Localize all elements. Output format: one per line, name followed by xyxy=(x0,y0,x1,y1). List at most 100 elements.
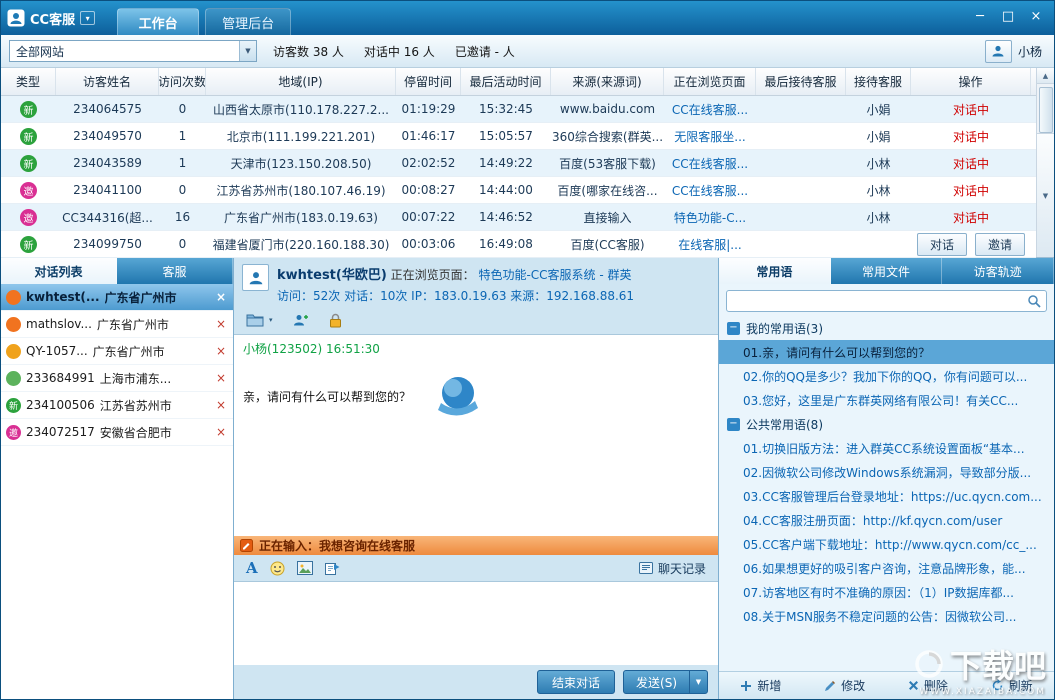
nav-tab[interactable]: 工作台 xyxy=(117,8,200,35)
add-contact-icon[interactable] xyxy=(293,313,309,327)
close-conversation-button[interactable]: × xyxy=(214,371,228,385)
conversation-item[interactable]: mathslov... 广东省广州市 × xyxy=(1,311,233,338)
phrase-group-header[interactable]: − 我的常用语(3) xyxy=(719,316,1054,340)
phrase-item[interactable]: 07.访客地区有时不准确的原因：（1）IP数据库都... xyxy=(719,580,1054,604)
close-button[interactable]: × xyxy=(1022,5,1050,27)
current-user-button[interactable] xyxy=(984,39,1012,63)
app-menu-toggle[interactable]: ▾ xyxy=(80,11,96,25)
header-cell[interactable]: 最后活动时间 xyxy=(461,68,551,95)
right-tab[interactable]: 访客轨迹 xyxy=(942,258,1054,284)
table-row[interactable]: 邀 CC344316(超... 16 广东省广州市(183.0.19.63) 0… xyxy=(1,204,1036,231)
last-active-cell: 14:46:52 xyxy=(479,210,533,224)
close-conversation-button[interactable]: × xyxy=(214,344,228,358)
chat-button-bar: 结束对话 发送(S) ▼ xyxy=(234,665,718,699)
header-cell[interactable]: 停留时间 xyxy=(396,68,461,95)
collapse-icon[interactable]: − xyxy=(727,321,740,335)
end-chat-button[interactable]: 结束对话 xyxy=(537,670,616,694)
right-tab[interactable]: 常用语 xyxy=(719,258,831,284)
scroll-down-icon[interactable]: ▼ xyxy=(1037,133,1054,257)
emoticon-icon[interactable] xyxy=(270,561,285,576)
nav-tab[interactable]: 管理后台 xyxy=(205,8,292,35)
table-row[interactable]: 新 234043589 1 天津市(123.150.208.50) 02:02:… xyxy=(1,150,1036,177)
header-cell[interactable]: 访客姓名 xyxy=(56,68,159,95)
conversation-status-icon: 邀 xyxy=(6,424,21,440)
message-input[interactable] xyxy=(234,581,718,665)
conversation-item[interactable]: kwhtest(... 广东省广州市 × xyxy=(1,284,233,311)
phrase-item[interactable]: 02.你的QQ是多少？我加下你的QQ，你有问题可以... xyxy=(719,364,1054,388)
right-tab[interactable]: 常用文件 xyxy=(831,258,943,284)
chat-history-button[interactable]: 聊天记录 xyxy=(638,560,706,577)
chat-action-button[interactable]: 对话 xyxy=(916,232,967,256)
header-cell[interactable]: 接待客服 xyxy=(846,68,911,95)
table-row[interactable]: 新 234064575 0 山西省太原市(110.178.227.2... 01… xyxy=(1,96,1036,123)
send-dropdown-icon[interactable]: ▼ xyxy=(689,671,707,693)
phrase-item[interactable]: 03.您好，这里是广东群英网络有限公司！有关CC... xyxy=(719,388,1054,412)
table-row[interactable]: 新 234099750 0 福建省厦门市(220.160.188.30) 00:… xyxy=(1,231,1036,258)
close-conversation-button[interactable]: × xyxy=(214,290,228,304)
send-button-label[interactable]: 发送(S) xyxy=(624,671,689,693)
phrase-group-header[interactable]: − 公共常用语(8) xyxy=(719,412,1054,436)
visitor-name-cell: 234064575 xyxy=(73,102,142,116)
header-cell[interactable]: 地域(IP) xyxy=(206,68,396,95)
collapse-icon[interactable]: − xyxy=(727,417,740,431)
phrase-item[interactable]: 01.亲，请问有什么可以帮到您的？ xyxy=(719,340,1054,364)
phrase-item[interactable]: 03.CC客服管理后台登录地址：https://uc.qycn.com... xyxy=(719,484,1054,508)
site-filter-combobox[interactable]: 全部网站 ▼ xyxy=(9,40,257,62)
table-scrollbar[interactable]: ▲ ▼ xyxy=(1036,68,1054,257)
left-tab[interactable]: 客服 xyxy=(117,258,233,284)
add-icon xyxy=(741,680,752,691)
close-conversation-button[interactable]: × xyxy=(214,317,228,331)
header-cell[interactable]: 来源(来源词) xyxy=(551,68,664,95)
phrase-item[interactable]: 04.CC客服注册页面：http://kf.qycn.com/user xyxy=(719,508,1054,532)
header-cell[interactable]: 访问次数 xyxy=(159,68,206,95)
edit-phrase-button[interactable]: 修改 xyxy=(824,677,865,694)
combobox-arrow-icon[interactable]: ▼ xyxy=(239,41,256,61)
table-row[interactable]: 邀 234041100 0 江苏省苏州市(180.107.46.19) 00:0… xyxy=(1,177,1036,204)
source-cell: 百度(哪家在线咨... xyxy=(557,183,658,198)
browsing-page-link[interactable]: 特色功能-CC客服系统 - 群英 xyxy=(478,268,631,282)
header-cell[interactable]: 最后接待客服 xyxy=(756,68,846,95)
nav-tabs: 工作台 管理后台 xyxy=(117,8,292,35)
phrase-search-input[interactable] xyxy=(732,294,1027,308)
table-row[interactable]: 新 234049570 1 北京市(111.199.221.201) 01:46… xyxy=(1,123,1036,150)
phrase-item[interactable]: 01.切换旧版方法：进入群英CC系统设置面板“基本... xyxy=(719,436,1054,460)
region-cell: 山西省太原市(110.178.227.2... xyxy=(213,102,389,117)
minimize-button[interactable]: ─ xyxy=(966,5,994,27)
search-icon[interactable] xyxy=(1027,294,1041,308)
close-conversation-button[interactable]: × xyxy=(214,425,228,439)
close-conversation-button[interactable]: × xyxy=(214,398,228,412)
phrase-item[interactable]: 05.CC客户端下载地址：http://www.qycn.com/cc_... xyxy=(719,532,1054,556)
send-button[interactable]: 发送(S) ▼ xyxy=(623,670,708,694)
conversation-item[interactable]: 邀 234072517 安徽省合肥市 × xyxy=(1,419,233,446)
header-cell[interactable]: 正在浏览页面 xyxy=(664,68,756,95)
folder-dropdown-icon[interactable]: ▾ xyxy=(269,316,273,324)
header-cell[interactable]: 操作 xyxy=(911,68,1031,95)
phrase-item[interactable]: 02.因微软公司修改Windows系统漏洞，导致部分版... xyxy=(719,460,1054,484)
image-icon[interactable] xyxy=(296,561,313,575)
message-row: 亲，请问有什么可以帮到您的？ xyxy=(243,373,709,419)
header-cell[interactable]: 类型 xyxy=(1,68,56,95)
send-file-icon[interactable] xyxy=(324,561,340,575)
refresh-phrases-button[interactable]: 刷新 xyxy=(991,677,1033,694)
lock-icon[interactable] xyxy=(329,313,342,328)
font-icon[interactable]: A xyxy=(246,559,258,577)
conversation-item[interactable]: 233684991 上海市浦东... × xyxy=(1,365,233,392)
delete-phrase-button[interactable]: 删除 xyxy=(908,677,948,694)
visit-count-cell: 0 xyxy=(178,183,187,197)
conversation-status-icon: 新 xyxy=(6,397,21,413)
conversation-item[interactable]: 新 234100506 江苏省苏州市 × xyxy=(1,392,233,419)
invite-action-button[interactable]: 邀请 xyxy=(975,232,1026,256)
left-tab[interactable]: 对话列表 xyxy=(1,258,117,284)
chat-log: 小杨(123502) 16:51:30 亲，请问有什么可以帮到您的？ xyxy=(234,334,718,536)
type-cell: 新 xyxy=(1,231,56,257)
conversation-item[interactable]: QY-1057... 广东省广州市 × xyxy=(1,338,233,365)
conversation-list: kwhtest(... 广东省广州市 × mathslov... 广东省广州市 … xyxy=(1,284,233,446)
maximize-button[interactable]: □ xyxy=(994,5,1022,27)
phrase-item[interactable]: 08.关于MSN服务不稳定问题的公告：因微软公司... xyxy=(719,604,1054,628)
folder-icon[interactable] xyxy=(246,313,264,327)
scroll-thumb[interactable] xyxy=(1038,87,1053,133)
scroll-up-icon[interactable]: ▲ xyxy=(1037,68,1054,84)
phrase-item[interactable]: 06.如果想更好的吸引客户咨询，注意品牌形象，能... xyxy=(719,556,1054,580)
add-phrase-button[interactable]: 新增 xyxy=(740,677,781,694)
conversation-region: 江苏省苏州市 xyxy=(99,398,172,413)
